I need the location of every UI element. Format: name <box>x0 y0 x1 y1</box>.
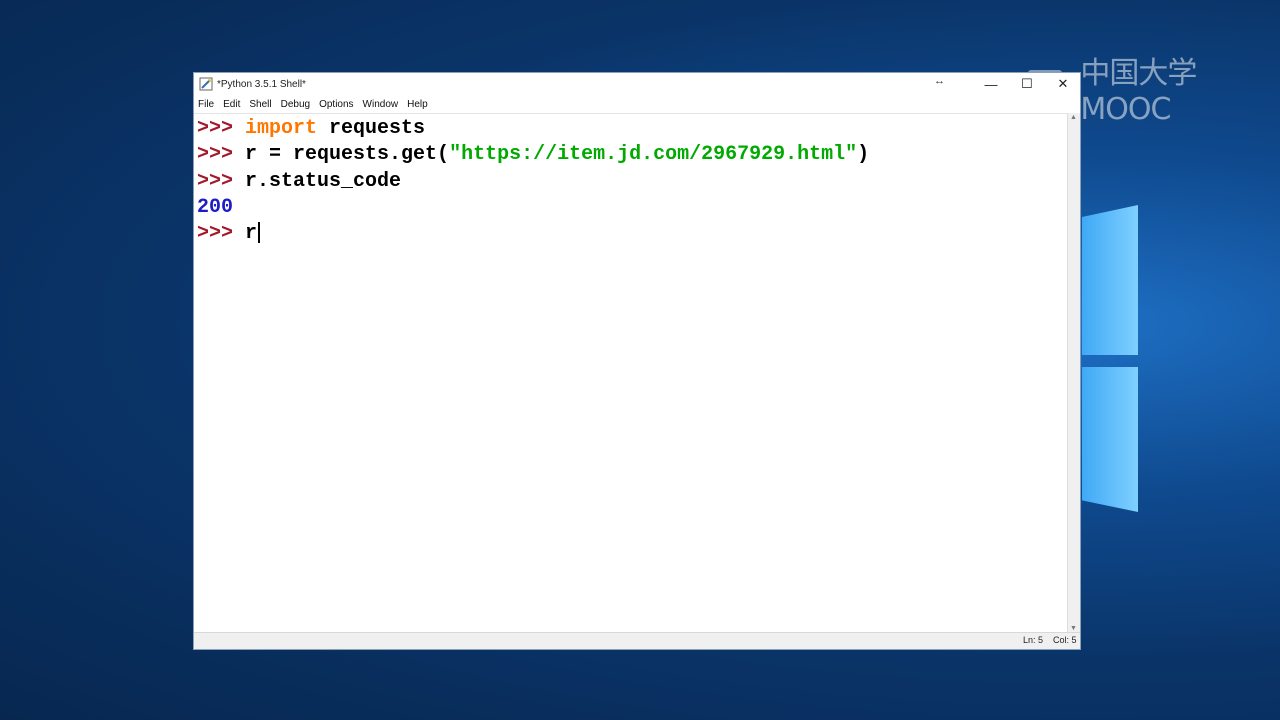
shell-line: >>> r = requests.get("https://item.jd.co… <box>197 142 869 168</box>
shell-code: r <box>245 222 258 246</box>
shell-output: 200 <box>197 195 234 219</box>
scroll-down-icon[interactable]: ▼ <box>1070 625 1077 632</box>
idle-app-icon <box>199 77 213 91</box>
menu-edit[interactable]: Edit <box>223 99 240 110</box>
shell-prompt: >>> <box>197 169 246 193</box>
shell-line: 200 <box>197 195 233 221</box>
shell-line: >>> r <box>197 221 261 247</box>
shell-text-area[interactable]: >>> import requests >>> r = requests.get(… <box>194 113 1070 634</box>
menu-help[interactable]: Help <box>407 99 428 110</box>
menu-debug[interactable]: Debug <box>281 99 310 110</box>
shell-prompt: >>> <box>197 222 246 246</box>
title-bar[interactable]: *Python 3.5.1 Shell* ↔ — ☐ ✕ <box>194 73 1080 95</box>
text-cursor <box>258 222 261 244</box>
shell-prompt: >>> <box>197 117 246 140</box>
windows-logo-bottom-pane <box>1082 367 1138 512</box>
column-number: Col: 5 <box>1053 635 1077 645</box>
maximize-button[interactable]: ☐ <box>1010 73 1044 95</box>
minimize-button[interactable]: — <box>974 73 1008 95</box>
menu-options[interactable]: Options <box>319 99 353 110</box>
resize-icon[interactable]: ↔ <box>934 75 945 87</box>
windows-logo <box>1082 205 1142 515</box>
window-title: *Python 3.5.1 Shell* <box>217 78 306 90</box>
menu-bar: File Edit Shell Debug Options Window Hel… <box>194 95 437 113</box>
close-button[interactable]: ✕ <box>1046 73 1080 95</box>
menu-file[interactable]: File <box>198 99 214 110</box>
python-shell-window: *Python 3.5.1 Shell* ↔ — ☐ ✕ File Edit S… <box>193 72 1081 650</box>
shell-code: requests <box>317 117 426 140</box>
scroll-up-icon[interactable]: ▲ <box>1070 114 1077 121</box>
watermark-text: 中国大学MOOC <box>1080 56 1197 127</box>
shell-line: >>> import requests <box>197 116 425 142</box>
windows-logo-top-pane <box>1082 205 1138 355</box>
shell-code: ) <box>857 143 870 167</box>
shell-code: import <box>245 117 318 140</box>
menu-window[interactable]: Window <box>363 99 399 110</box>
shell-prompt: >>> <box>197 143 246 167</box>
line-number: Ln: 5 <box>1023 635 1044 645</box>
vertical-scrollbar[interactable]: ▲ ▼ <box>1067 113 1080 633</box>
shell-code: r = requests.get( <box>245 143 450 167</box>
shell-code: "https://item.jd.com/2967929.html" <box>449 143 858 167</box>
shell-code: r.status_code <box>245 169 402 193</box>
status-bar: Ln: 5 Col: 5 <box>194 632 1080 649</box>
menu-shell[interactable]: Shell <box>249 99 271 110</box>
shell-line: >>> r.status_code <box>197 169 401 195</box>
